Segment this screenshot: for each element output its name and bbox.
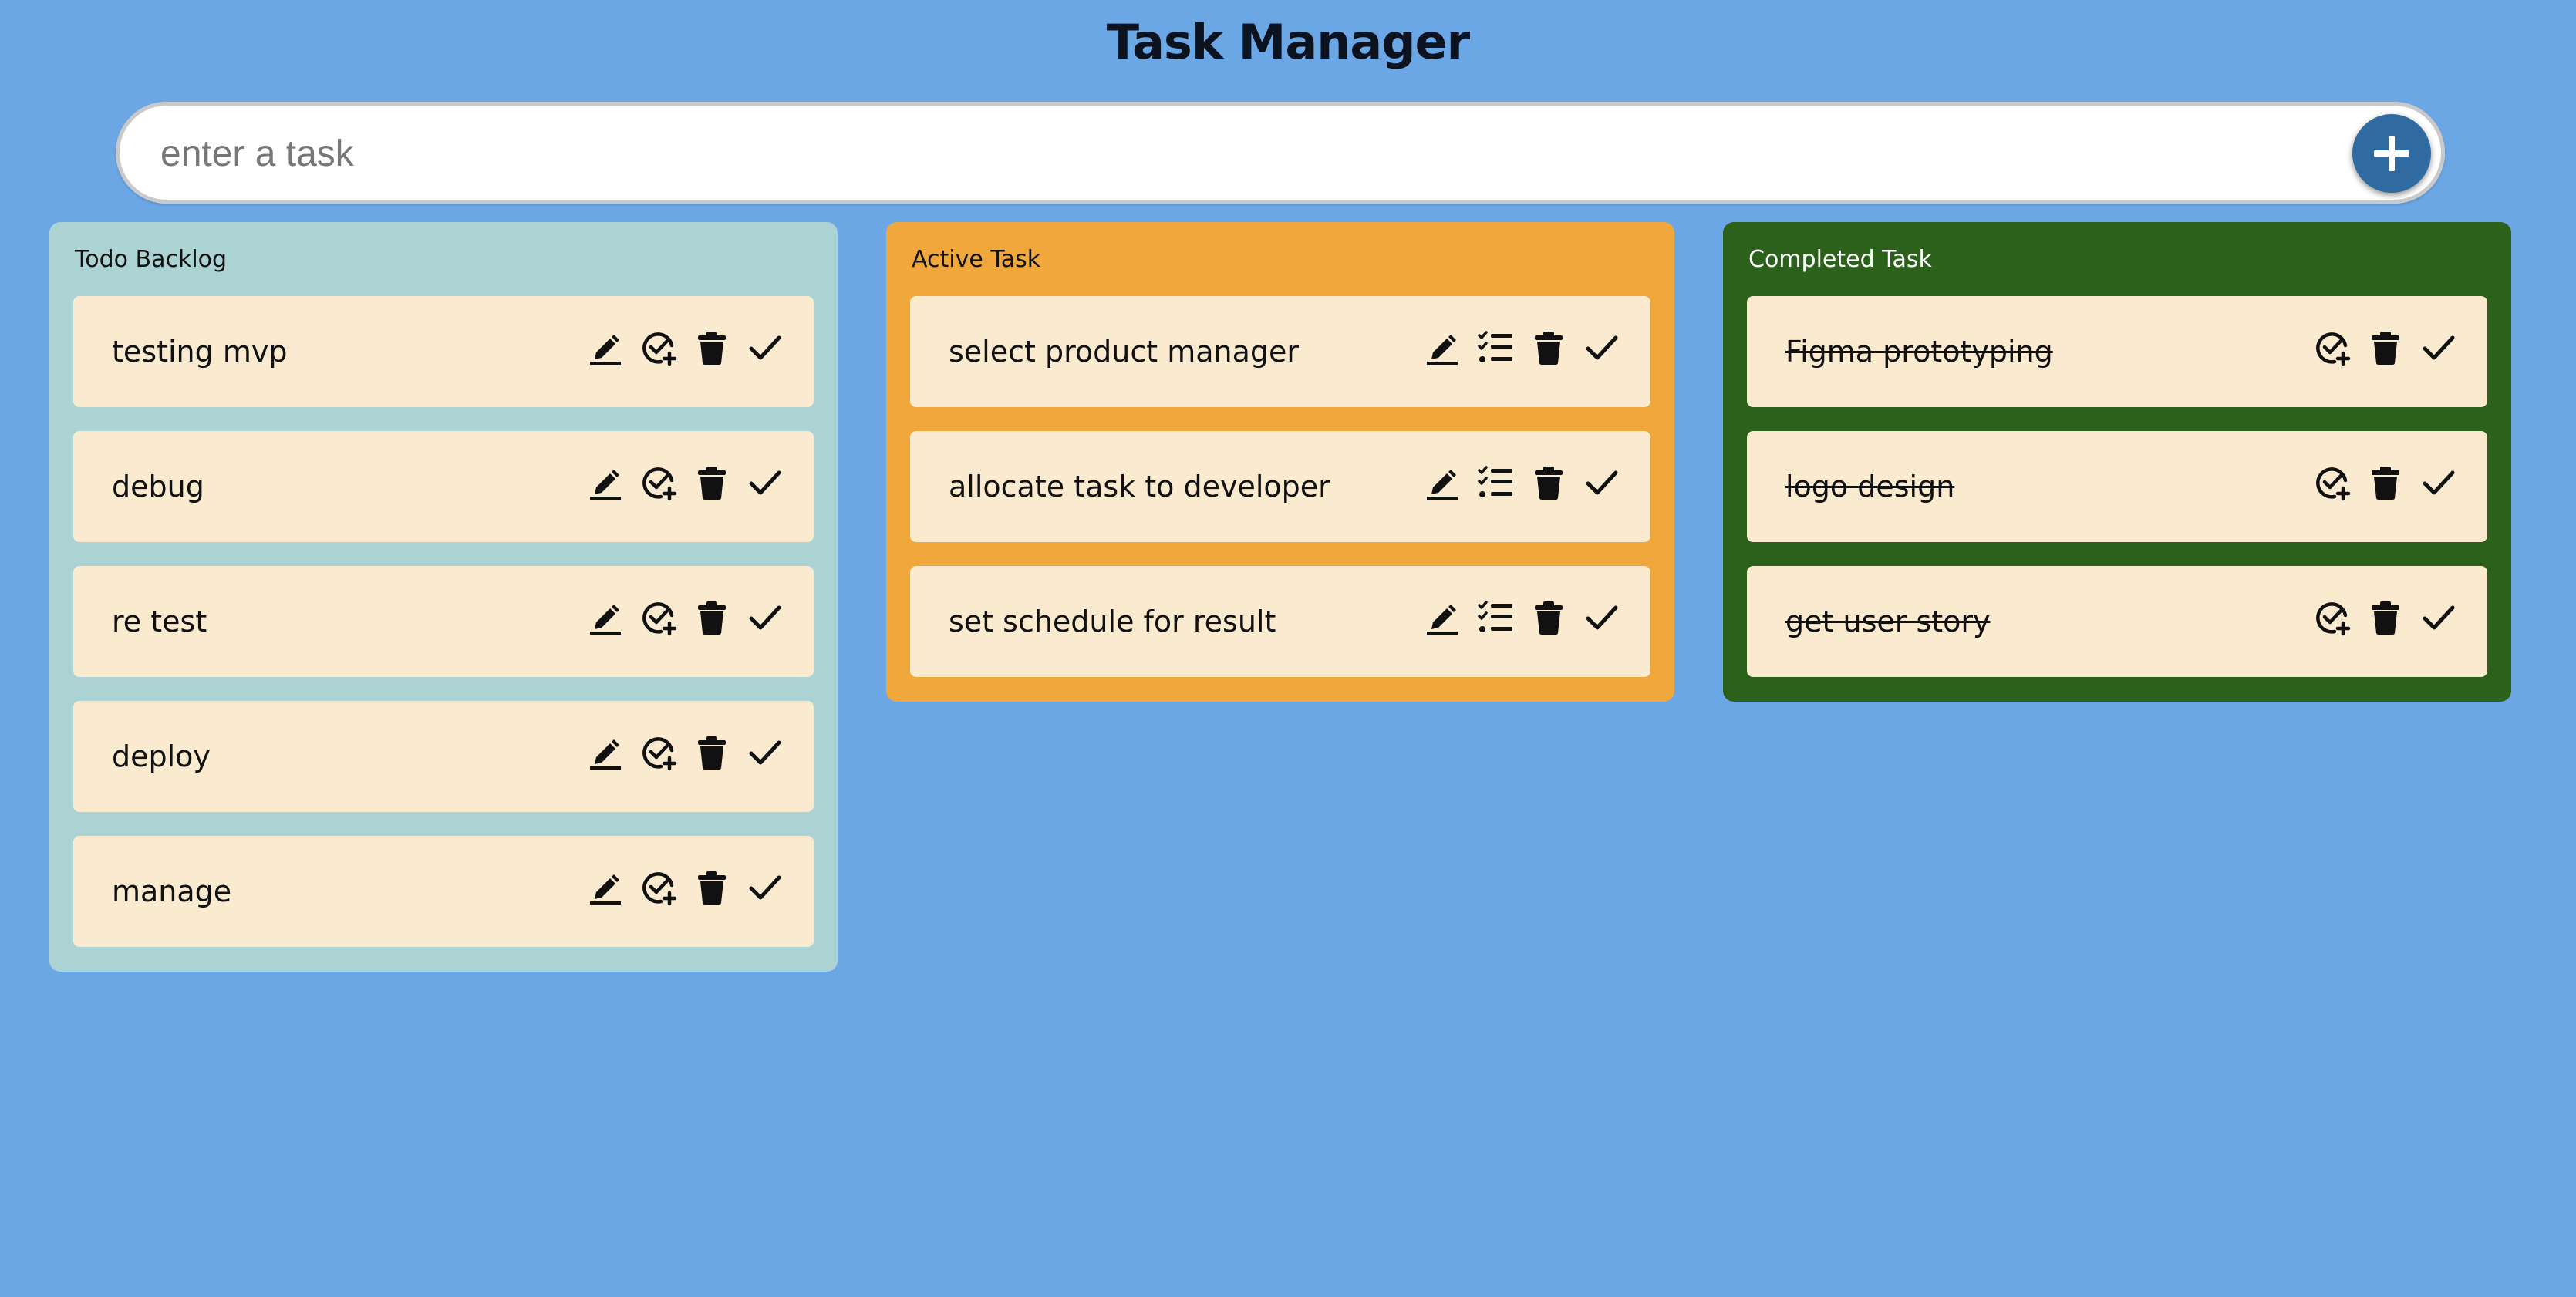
check-icon[interactable] xyxy=(2419,598,2458,637)
column-title: Active Task xyxy=(912,246,1041,273)
column-active-task: Active Task select product manager alloc… xyxy=(886,222,1674,702)
trash-icon[interactable] xyxy=(693,733,731,772)
edit-icon[interactable] xyxy=(586,328,625,367)
task-list: select product manager allocate task to … xyxy=(910,296,1650,677)
task-text: set schedule for result xyxy=(949,605,1276,638)
trash-icon[interactable] xyxy=(1529,463,1568,502)
check-icon[interactable] xyxy=(746,328,784,367)
task-card: manage xyxy=(73,836,814,947)
edit-icon[interactable] xyxy=(586,463,625,502)
task-card: deploy xyxy=(73,701,814,812)
trash-icon[interactable] xyxy=(693,463,731,502)
check-icon[interactable] xyxy=(746,733,784,772)
check-icon[interactable] xyxy=(1583,598,1621,637)
check-circle-plus-icon[interactable] xyxy=(639,733,678,772)
task-text: get user story xyxy=(1785,605,1991,638)
edit-icon[interactable] xyxy=(1423,328,1462,367)
task-text: deploy xyxy=(112,739,211,773)
check-circle-plus-icon[interactable] xyxy=(2313,328,2352,367)
task-card: set schedule for result xyxy=(910,566,1650,677)
task-text: re test xyxy=(112,605,207,638)
task-text: debug xyxy=(112,470,204,504)
task-text: testing mvp xyxy=(112,335,288,369)
check-icon[interactable] xyxy=(746,868,784,907)
column-todo-backlog: Todo Backlog testing mvp debug re test d… xyxy=(49,222,838,972)
task-card: debug xyxy=(73,431,814,542)
trash-icon[interactable] xyxy=(1529,328,1568,367)
check-circle-plus-icon[interactable] xyxy=(639,328,678,367)
task-text: allocate task to developer xyxy=(949,470,1330,504)
trash-icon[interactable] xyxy=(2366,328,2405,367)
task-list: Figma prototyping logo design get user s… xyxy=(1747,296,2487,677)
task-card: get user story xyxy=(1747,566,2487,677)
task-card: select product manager xyxy=(910,296,1650,407)
task-text: manage xyxy=(112,874,232,908)
trash-icon[interactable] xyxy=(693,868,731,907)
edit-icon[interactable] xyxy=(586,733,625,772)
task-input-bar xyxy=(116,102,2445,204)
task-card: re test xyxy=(73,566,814,677)
edit-icon[interactable] xyxy=(1423,598,1462,637)
check-circle-plus-icon[interactable] xyxy=(639,463,678,502)
check-icon[interactable] xyxy=(2419,463,2458,502)
check-icon[interactable] xyxy=(746,463,784,502)
trash-icon[interactable] xyxy=(2366,463,2405,502)
task-list: testing mvp debug re test deploy manage xyxy=(73,296,814,947)
edit-icon[interactable] xyxy=(586,598,625,637)
task-card: allocate task to developer xyxy=(910,431,1650,542)
check-circle-plus-icon[interactable] xyxy=(639,868,678,907)
column-completed-task: Completed Task Figma prototyping logo de… xyxy=(1723,222,2511,702)
task-card: logo design xyxy=(1747,431,2487,542)
column-title: Completed Task xyxy=(1748,246,1932,273)
column-title: Todo Backlog xyxy=(75,246,228,273)
trash-icon[interactable] xyxy=(693,598,731,637)
page-title: Task Manager xyxy=(1106,14,1470,70)
check-circle-plus-icon[interactable] xyxy=(639,598,678,637)
trash-icon[interactable] xyxy=(2366,598,2405,637)
add-task-button[interactable] xyxy=(2352,114,2431,193)
checklist-icon[interactable] xyxy=(1476,598,1515,637)
edit-icon[interactable] xyxy=(1423,463,1462,502)
check-circle-plus-icon[interactable] xyxy=(2313,598,2352,637)
task-text: logo design xyxy=(1785,470,1955,504)
checklist-icon[interactable] xyxy=(1476,328,1515,367)
task-card: testing mvp xyxy=(73,296,814,407)
check-icon[interactable] xyxy=(1583,328,1621,367)
check-icon[interactable] xyxy=(1583,463,1621,502)
trash-icon[interactable] xyxy=(1529,598,1568,637)
task-text: select product manager xyxy=(949,335,1300,369)
checklist-icon[interactable] xyxy=(1476,463,1515,502)
check-icon[interactable] xyxy=(2419,328,2458,367)
check-icon[interactable] xyxy=(746,598,784,637)
edit-icon[interactable] xyxy=(586,868,625,907)
task-input[interactable] xyxy=(159,119,2337,188)
check-circle-plus-icon[interactable] xyxy=(2313,463,2352,502)
task-text: Figma prototyping xyxy=(1785,335,2053,369)
trash-icon[interactable] xyxy=(693,328,731,367)
plus-icon xyxy=(2374,136,2409,171)
task-card: Figma prototyping xyxy=(1747,296,2487,407)
